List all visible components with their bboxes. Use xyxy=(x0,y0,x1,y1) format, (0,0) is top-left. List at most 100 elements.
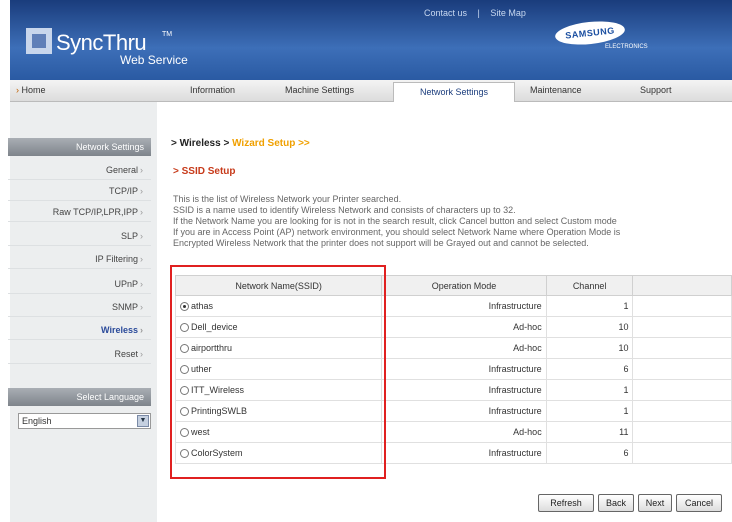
empty-cell xyxy=(632,442,732,464)
sidebar-item-slp[interactable]: SLP xyxy=(8,226,151,246)
radio-icon[interactable] xyxy=(180,407,189,417)
radio-icon[interactable] xyxy=(180,449,189,459)
sidebar-item-reset[interactable]: Reset xyxy=(8,344,151,364)
ssid-cell: PrintingSWLB xyxy=(174,400,383,422)
column-header-channel: Channel xyxy=(545,275,634,296)
ssid-cell: west xyxy=(174,421,383,443)
table-row[interactable]: PrintingSWLB Infrastructure 1 xyxy=(174,400,732,422)
site-map-link[interactable]: Site Map xyxy=(490,8,526,18)
ssid-name: ITT_Wireless xyxy=(191,384,245,395)
sidebar-item-tcpip[interactable]: TCP/IP xyxy=(8,181,151,201)
description-line: This is the list of Wireless Network you… xyxy=(173,194,402,204)
refresh-button[interactable]: Refresh xyxy=(538,494,594,512)
sidebar-item-raw-tcpip[interactable]: Raw TCP/IP,LPR,IPP xyxy=(8,202,151,222)
syncthru-logo-icon xyxy=(26,28,52,54)
ssid-cell: airportthru xyxy=(174,337,383,359)
logo-trademark: TM xyxy=(162,31,173,38)
table-row[interactable]: airportthru Ad-hoc 10 xyxy=(174,337,732,359)
description-line: SSID is a name used to identify Wireless… xyxy=(173,205,516,215)
channel-cell: 6 xyxy=(545,358,634,380)
radio-icon[interactable] xyxy=(180,302,189,312)
ssid-name: airportthru xyxy=(191,342,233,353)
radio-icon[interactable] xyxy=(180,344,189,354)
mode-cell: Infrastructure xyxy=(381,358,547,380)
ssid-name: ColorSystem xyxy=(191,447,243,458)
column-header-ssid: Network Name(SSID) xyxy=(174,275,383,296)
description: This is the list of Wireless Network you… xyxy=(173,194,732,249)
breadcrumb-wireless: > Wireless > xyxy=(171,138,230,149)
logo-subtitle: Web Service xyxy=(120,53,188,67)
radio-icon[interactable] xyxy=(180,323,189,333)
mode-cell: Ad-hoc xyxy=(381,421,547,443)
chevron-down-icon[interactable]: ▼ xyxy=(137,415,149,427)
mode-cell: Infrastructure xyxy=(381,442,547,464)
breadcrumb: > Wireless > Wizard Setup >> xyxy=(171,138,310,149)
mode-cell: Ad-hoc xyxy=(381,316,547,338)
empty-cell xyxy=(632,379,732,401)
description-line: If you are in Access Point (AP) network … xyxy=(173,227,621,237)
sidebar-item-ip-filtering[interactable]: IP Filtering xyxy=(8,249,151,269)
channel-cell: 10 xyxy=(545,337,634,359)
table-row[interactable]: ColorSystem Infrastructure 6 xyxy=(174,442,732,464)
description-line: Encrypted Wireless Network that the prin… xyxy=(173,238,589,248)
nav-home[interactable]: › Home xyxy=(16,85,46,95)
empty-cell xyxy=(632,358,732,380)
ssid-table: Network Name(SSID) Operation Mode Channe… xyxy=(174,275,732,464)
nav-home-label: Home xyxy=(21,85,46,95)
top-nav: › Home Information Machine Settings Netw… xyxy=(10,80,732,103)
sidebar-section-title: Network Settings xyxy=(8,138,151,156)
table-row[interactable]: Dell_device Ad-hoc 10 xyxy=(174,316,732,338)
samsung-logo-subtitle: ELECTRONICS xyxy=(605,44,648,50)
channel-cell: 10 xyxy=(545,316,634,338)
table-row[interactable]: west Ad-hoc 11 xyxy=(174,421,732,443)
top-links-separator: | xyxy=(477,8,480,18)
sidebar-item-upnp[interactable]: UPnP xyxy=(8,274,151,294)
empty-cell xyxy=(632,400,732,422)
column-header-empty xyxy=(632,275,732,296)
language-select[interactable]: English ▼ xyxy=(18,413,151,429)
mode-cell: Ad-hoc xyxy=(381,337,547,359)
next-button[interactable]: Next xyxy=(638,494,672,512)
description-line: If the Network Name you are looking for … xyxy=(173,216,617,226)
nav-support[interactable]: Support xyxy=(640,85,672,95)
contact-us-link[interactable]: Contact us xyxy=(424,8,467,18)
nav-machine-settings[interactable]: Machine Settings xyxy=(285,85,354,95)
ssid-name: uther xyxy=(191,363,212,374)
nav-information[interactable]: Information xyxy=(190,85,235,95)
language-section-title: Select Language xyxy=(8,388,151,406)
empty-cell xyxy=(632,421,732,443)
sidebar-item-wireless[interactable]: Wireless xyxy=(8,320,151,340)
language-value: English xyxy=(22,416,52,426)
nav-network-settings[interactable]: Network Settings xyxy=(393,82,515,103)
ssid-cell: ColorSystem xyxy=(174,442,383,464)
radio-icon[interactable] xyxy=(180,386,189,396)
nav-maintenance[interactable]: Maintenance xyxy=(530,85,582,95)
top-links: Contact us | Site Map xyxy=(420,8,530,18)
back-button[interactable]: Back xyxy=(598,494,634,512)
channel-cell: 1 xyxy=(545,295,634,317)
radio-icon[interactable] xyxy=(180,428,189,438)
channel-cell: 6 xyxy=(545,442,634,464)
table-row[interactable]: athas Infrastructure 1 xyxy=(174,295,732,317)
channel-cell: 11 xyxy=(545,421,634,443)
table-row[interactable]: ITT_Wireless Infrastructure 1 xyxy=(174,379,732,401)
mode-cell: Infrastructure xyxy=(381,295,547,317)
radio-icon[interactable] xyxy=(180,365,189,375)
sidebar-item-snmp[interactable]: SNMP xyxy=(8,297,151,317)
sidebar-item-general[interactable]: General xyxy=(8,160,151,180)
channel-cell: 1 xyxy=(545,379,634,401)
column-header-mode: Operation Mode xyxy=(381,275,547,296)
ssid-cell: ITT_Wireless xyxy=(174,379,383,401)
section-title: > SSID Setup xyxy=(173,166,236,177)
ssid-cell: uther xyxy=(174,358,383,380)
header-banner: SyncThru TM Web Service Contact us | Sit… xyxy=(10,0,732,80)
empty-cell xyxy=(632,295,732,317)
mode-cell: Infrastructure xyxy=(381,400,547,422)
empty-cell xyxy=(632,337,732,359)
cancel-button[interactable]: Cancel xyxy=(676,494,722,512)
ssid-name: PrintingSWLB xyxy=(191,405,248,416)
ssid-name: athas xyxy=(191,300,214,311)
ssid-name: west xyxy=(191,426,210,437)
table-row[interactable]: uther Infrastructure 6 xyxy=(174,358,732,380)
ssid-name: Dell_device xyxy=(191,321,238,332)
